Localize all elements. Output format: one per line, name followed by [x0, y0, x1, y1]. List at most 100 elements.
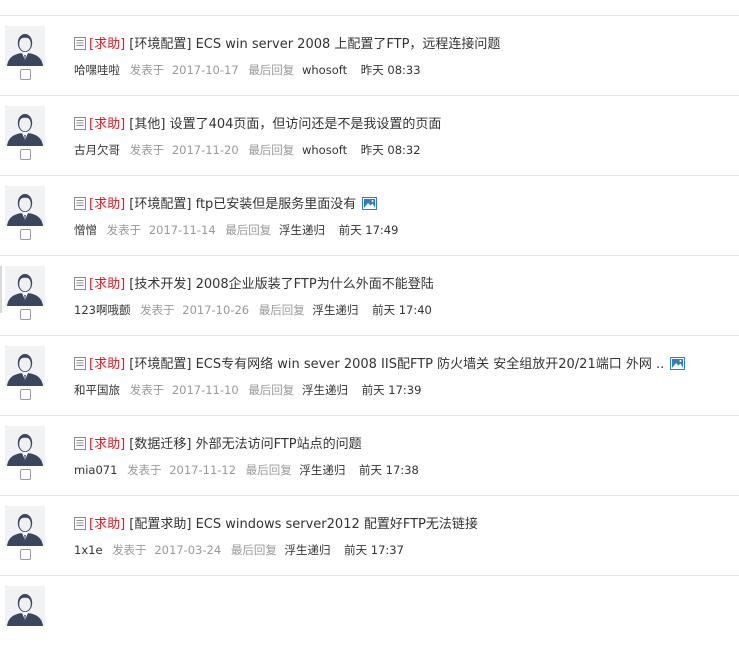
- topic-title-link[interactable]: 外部无法访问FTP站点的问题: [196, 437, 362, 452]
- posted-date: 2017-10-26: [182, 303, 250, 317]
- avatar[interactable]: [5, 586, 45, 626]
- topic-category[interactable]: [配置求助]: [129, 517, 191, 532]
- posted-date: 2017-11-20: [171, 143, 239, 157]
- topic-meta: 123啊哦颤 发表于 2017-10-26 最后回复 浮生递归 前天 17:40: [74, 302, 432, 318]
- topic-title-link[interactable]: ECS专有网络 win sever 2008 IIS配FTP 防火墙关 安全组放…: [196, 357, 665, 372]
- last-reply-time: 前天 17:39: [361, 383, 422, 397]
- image-attachment-icon: [362, 197, 378, 217]
- topic-title-line[interactable]: [求助] [环境配置] ECS win server 2008 上配置了FTP，…: [74, 35, 500, 55]
- topic-title-link[interactable]: ECS win server 2008 上配置了FTP，远程连接问题: [196, 37, 501, 52]
- help-tag: [求助]: [89, 437, 126, 452]
- last-reply-label: 最后回复: [245, 463, 292, 477]
- topic-category[interactable]: [其他]: [129, 117, 165, 132]
- topic-title-link[interactable]: ftp已安装但是服务里面没有: [196, 197, 357, 212]
- help-tag: [求助]: [89, 357, 126, 372]
- topic-row[interactable]: [求助] [其他] 设置了404页面，但访问还是不是我设置的页面 古月欠哥 发表…: [0, 96, 739, 176]
- help-tag: [求助]: [89, 37, 126, 52]
- topic-title-line[interactable]: [求助] [数据迁移] 外部无法访问FTP站点的问题: [74, 435, 362, 455]
- author-link[interactable]: 哈嘿哇啦: [74, 63, 120, 77]
- posted-date: 2017-10-17: [171, 63, 239, 77]
- posted-label: 发表于: [129, 143, 165, 157]
- author-link[interactable]: mia071: [74, 463, 117, 477]
- last-reply-label: 最后回复: [230, 543, 277, 557]
- select-checkbox[interactable]: [20, 69, 31, 80]
- last-reply-user[interactable]: 浮生递归: [284, 543, 330, 557]
- topic-row[interactable]: [求助] [技术开发] 2008企业版装了FTP为什么外面不能登陆 123啊哦颤…: [0, 256, 739, 336]
- posted-label: 发表于: [106, 223, 142, 237]
- posted-label: 发表于: [129, 63, 165, 77]
- row-left-bar: [0, 266, 2, 313]
- last-reply-label: 最后回复: [248, 383, 295, 397]
- document-icon: [74, 197, 86, 217]
- topic-row-partial[interactable]: [0, 576, 739, 656]
- help-tag: [求助]: [89, 117, 126, 132]
- select-checkbox[interactable]: [20, 309, 31, 320]
- posted-label: 发表于: [129, 383, 165, 397]
- document-icon: [74, 517, 86, 537]
- select-checkbox[interactable]: [20, 389, 31, 400]
- select-checkbox[interactable]: [20, 469, 31, 480]
- last-reply-user[interactable]: whosoft: [302, 143, 347, 157]
- posted-label: 发表于: [112, 543, 147, 557]
- topic-title-line[interactable]: [求助] [技术开发] 2008企业版装了FTP为什么外面不能登陆: [74, 275, 434, 295]
- author-link[interactable]: 1x1e: [74, 543, 103, 557]
- topic-title-line[interactable]: [求助] [环境配置] ECS专有网络 win sever 2008 IIS配F…: [74, 355, 686, 377]
- topic-row[interactable]: [求助] [配置求助] ECS windows server2012 配置好FT…: [0, 496, 739, 576]
- avatar[interactable]: [5, 426, 45, 466]
- last-reply-user[interactable]: 浮生递归: [312, 303, 358, 317]
- topic-title-line[interactable]: [求助] [配置求助] ECS windows server2012 配置好FT…: [74, 515, 478, 535]
- select-checkbox[interactable]: [20, 149, 31, 160]
- topic-row[interactable]: [求助] [环境配置] ECS win server 2008 上配置了FTP，…: [0, 16, 739, 96]
- posted-date: 2017-11-12: [169, 463, 237, 477]
- last-reply-time: 前天 17:40: [372, 303, 432, 317]
- last-reply-label: 最后回复: [248, 63, 295, 77]
- topic-meta: 古月欠哥 发表于 2017-11-20 最后回复 whosoft 昨天 08:3…: [74, 142, 421, 158]
- topic-title-link[interactable]: 设置了404页面，但访问还是不是我设置的页面: [170, 117, 442, 132]
- topic-title-line[interactable]: [求助] [其他] 设置了404页面，但访问还是不是我设置的页面: [74, 115, 441, 135]
- document-icon: [74, 437, 86, 457]
- topic-category[interactable]: [环境配置]: [129, 357, 191, 372]
- document-icon: [74, 117, 86, 137]
- author-link[interactable]: 和平国旅: [74, 383, 120, 397]
- topic-category[interactable]: [环境配置]: [129, 197, 191, 212]
- avatar[interactable]: [5, 266, 45, 306]
- topic-category[interactable]: [环境配置]: [129, 37, 191, 52]
- topic-category[interactable]: [技术开发]: [129, 277, 191, 292]
- author-link[interactable]: 古月欠哥: [74, 143, 120, 157]
- topic-row[interactable]: [求助] [环境配置] ftp已安装但是服务里面没有 憎憎 发表于 2017-1…: [0, 176, 739, 256]
- last-reply-user[interactable]: 浮生递归: [299, 463, 345, 477]
- topic-title-link[interactable]: 2008企业版装了FTP为什么外面不能登陆: [196, 277, 434, 292]
- avatar[interactable]: [5, 186, 45, 226]
- last-reply-time: 前天 17:37: [344, 543, 404, 557]
- select-checkbox[interactable]: [20, 549, 31, 560]
- posted-date: 2017-03-24: [154, 543, 222, 557]
- avatar[interactable]: [5, 26, 45, 66]
- document-icon: [74, 37, 86, 57]
- help-tag: [求助]: [89, 197, 126, 212]
- last-reply-label: 最后回复: [248, 143, 295, 157]
- topic-row[interactable]: [求助] [环境配置] ECS专有网络 win sever 2008 IIS配F…: [0, 336, 739, 416]
- author-link[interactable]: 憎憎: [74, 223, 97, 237]
- last-reply-user[interactable]: 浮生递归: [279, 223, 325, 237]
- topic-meta: 和平国旅 发表于 2017-11-10 最后回复 浮生递归 前天 17:39: [74, 382, 421, 398]
- avatar[interactable]: [5, 506, 45, 546]
- last-reply-user[interactable]: whosoft: [302, 63, 347, 77]
- help-tag: [求助]: [89, 277, 126, 292]
- topic-title-line[interactable]: [求助] [环境配置] ftp已安装但是服务里面没有: [74, 195, 378, 217]
- topic-title-link[interactable]: ECS windows server2012 配置好FTP无法链接: [196, 517, 478, 532]
- last-reply-time: 前天 17:49: [338, 223, 399, 237]
- last-reply-label: 最后回复: [225, 223, 272, 237]
- avatar[interactable]: [5, 106, 45, 146]
- last-reply-label: 最后回复: [258, 303, 305, 317]
- author-link[interactable]: 123啊哦颤: [74, 303, 130, 317]
- topic-category[interactable]: [数据迁移]: [129, 437, 191, 452]
- select-checkbox[interactable]: [20, 229, 31, 240]
- last-reply-user[interactable]: 浮生递归: [302, 383, 348, 397]
- image-attachment-icon: [670, 357, 686, 377]
- posted-label: 发表于: [140, 303, 175, 317]
- avatar[interactable]: [5, 346, 45, 386]
- topic-meta: 哈嘿哇啦 发表于 2017-10-17 最后回复 whosoft 昨天 08:3…: [74, 62, 421, 78]
- topic-meta: mia071 发表于 2017-11-12 最后回复 浮生递归 前天 17:38: [74, 462, 419, 478]
- topic-row[interactable]: [求助] [数据迁移] 外部无法访问FTP站点的问题 mia071 发表于 20…: [0, 416, 739, 496]
- document-icon: [74, 277, 86, 297]
